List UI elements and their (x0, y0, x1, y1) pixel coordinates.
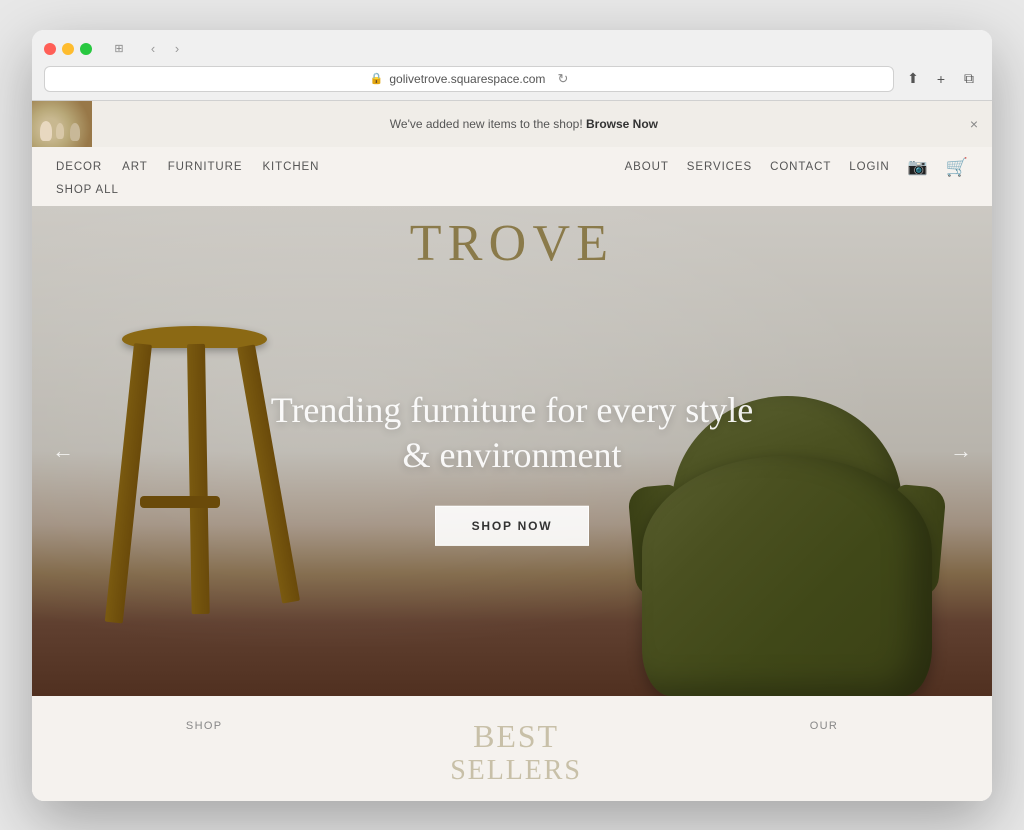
nav-item-furniture[interactable]: FURNITURE (168, 161, 243, 173)
vase-decoration-2 (56, 123, 64, 139)
nav-item-about[interactable]: ABOUT (625, 161, 669, 173)
hero-section: TROVE Trending furniture for every style… (32, 206, 992, 696)
announcement-link[interactable]: Browse Now (586, 117, 658, 131)
window-controls: ⊞ (108, 40, 130, 58)
browser-window: ⊞ ‹ › 🔒 golivetrove.squarespace.com ↻ ⬆ … (32, 30, 992, 801)
browser-action-buttons: ⬆ + ⧉ (902, 68, 980, 90)
announcement-text: We've added new items to the shop! Brows… (92, 109, 956, 139)
below-fold-our-col: OUR (810, 720, 838, 732)
maximize-window-button[interactable] (80, 43, 92, 55)
best-sellers-line1: BEST (473, 718, 559, 754)
minimize-window-button[interactable] (62, 43, 74, 55)
forward-button[interactable]: › (166, 40, 188, 58)
nav-item-decor[interactable]: DECOR (56, 161, 102, 173)
refresh-icon[interactable]: ↻ (557, 71, 568, 87)
nav-right: ABOUT SERVICES CONTACT LOGIN 📷 🛒 (625, 157, 968, 178)
instagram-icon[interactable]: 📷 (908, 157, 928, 177)
share-button[interactable]: ⬆ (902, 68, 924, 90)
below-fold-our-label: OUR (810, 720, 838, 732)
url-text: golivetrove.squarespace.com (389, 72, 545, 86)
below-fold-best-sellers-col: BEST SELLERS (450, 720, 582, 785)
stool-rung (140, 496, 220, 508)
cart-icon[interactable]: 🛒 (946, 157, 968, 178)
below-fold-shop-label: SHOP (186, 720, 222, 732)
sidebar-toggle-button[interactable]: ⊞ (108, 40, 130, 58)
site-thumbnail (32, 101, 92, 147)
announcement-message: We've added new items to the shop! (390, 117, 586, 131)
logo-text: TROVE (410, 215, 615, 272)
nav-left: DECOR ART FURNITURE KITCHEN (56, 161, 319, 173)
nav-item-art[interactable]: ART (122, 161, 148, 173)
nav-shop-all[interactable]: SHOP ALL (56, 180, 119, 198)
nav-item-shop-all[interactable]: SHOP ALL (56, 184, 119, 196)
close-window-button[interactable] (44, 43, 56, 55)
hero-headline: Trending furniture for every style & env… (262, 387, 762, 477)
stool-leg-2 (187, 343, 210, 613)
site-logo: TROVE (32, 206, 992, 273)
hero-next-arrow[interactable]: → (950, 438, 972, 464)
nav-item-contact[interactable]: CONTACT (770, 161, 831, 173)
announcement-close-button[interactable]: × (956, 116, 992, 132)
traffic-lights (44, 43, 92, 55)
back-button[interactable]: ‹ (142, 40, 164, 58)
nav-item-services[interactable]: SERVICES (687, 161, 752, 173)
shop-now-button[interactable]: SHOP NOW (435, 505, 590, 545)
address-bar-row: 🔒 golivetrove.squarespace.com ↻ ⬆ + ⧉ (44, 66, 980, 92)
vase-decoration-3 (70, 123, 80, 141)
vase-decoration-1 (40, 121, 52, 141)
website-content: We've added new items to the shop! Brows… (32, 101, 992, 801)
browser-chrome: ⊞ ‹ › 🔒 golivetrove.squarespace.com ↻ ⬆ … (32, 30, 992, 101)
new-tab-button[interactable]: + (930, 68, 952, 90)
hero-prev-arrow[interactable]: ← (52, 438, 74, 464)
nav-item-login[interactable]: LOGIN (849, 161, 889, 173)
address-bar[interactable]: 🔒 golivetrove.squarespace.com ↻ (44, 66, 894, 92)
best-sellers-heading: BEST SELLERS (450, 720, 582, 785)
best-sellers-line2: SELLERS (450, 755, 582, 786)
below-fold-section: SHOP BEST SELLERS OUR (32, 696, 992, 801)
announcement-bar: We've added new items to the shop! Brows… (32, 101, 992, 147)
hero-content: Trending furniture for every style & env… (262, 387, 762, 545)
below-fold-grid: SHOP BEST SELLERS OUR (32, 720, 992, 785)
below-fold-shop-col: SHOP (186, 720, 222, 732)
nav-arrows: ‹ › (142, 40, 188, 58)
nav-item-kitchen[interactable]: KITCHEN (262, 161, 319, 173)
stool-leg-1 (105, 343, 152, 623)
thumbnail-image (32, 101, 92, 147)
duplicate-tab-button[interactable]: ⧉ (958, 68, 980, 90)
navigation-bar: DECOR ART FURNITURE KITCHEN ABOUT SERVIC… (32, 147, 992, 206)
lock-icon: 🔒 (370, 72, 384, 85)
